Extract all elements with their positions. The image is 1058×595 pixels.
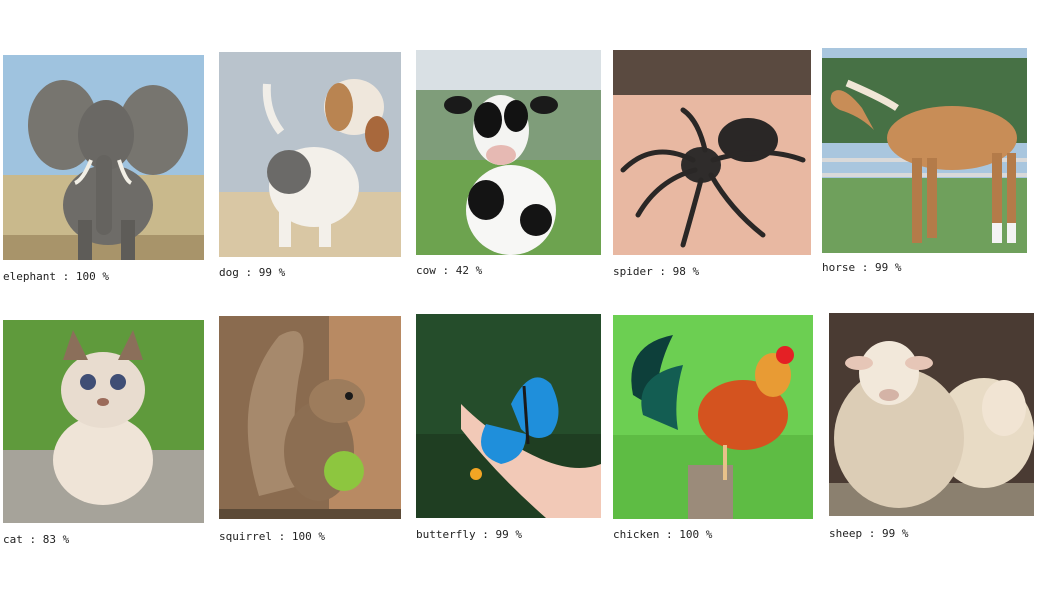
gallery-card-cow: cow : 42 % xyxy=(416,50,601,280)
squirrel-photo xyxy=(219,316,401,519)
gallery-card-elephant: elephant : 100 % xyxy=(3,55,204,285)
gallery-card-butterfly: butterfly : 99 % xyxy=(416,314,601,544)
image-caption: spider : 98 % xyxy=(613,265,700,278)
image-caption: cat : 83 % xyxy=(3,533,70,546)
cow-photo xyxy=(416,50,601,255)
dog-photo xyxy=(219,52,401,257)
gallery-card-spider: spider : 98 % xyxy=(613,50,811,280)
gallery-card-horse: horse : 99 % xyxy=(822,48,1027,278)
image-caption: butterfly : 99 % xyxy=(416,528,522,541)
image-caption: sheep : 99 % xyxy=(829,527,909,540)
horse-photo xyxy=(822,48,1027,253)
image-caption: cow : 42 % xyxy=(416,264,483,277)
sheep-photo xyxy=(829,313,1034,516)
image-caption: chicken : 100 % xyxy=(613,528,713,541)
butterfly-photo xyxy=(416,314,601,518)
image-caption: horse : 99 % xyxy=(822,261,902,274)
image-caption: elephant : 100 % xyxy=(3,270,109,283)
cat-photo xyxy=(3,320,204,523)
gallery-card-sheep: sheep : 99 % xyxy=(829,313,1034,543)
image-caption: squirrel : 100 % xyxy=(219,530,325,543)
elephant-photo xyxy=(3,55,204,260)
spider-photo xyxy=(613,50,811,255)
gallery-card-chicken: chicken : 100 % xyxy=(613,315,813,545)
chicken-photo xyxy=(613,315,813,519)
gallery-card-cat: cat : 83 % xyxy=(3,320,204,550)
gallery-card-squirrel: squirrel : 100 % xyxy=(219,316,401,546)
gallery-card-dog: dog : 99 % xyxy=(219,52,401,282)
image-caption: dog : 99 % xyxy=(219,266,286,279)
